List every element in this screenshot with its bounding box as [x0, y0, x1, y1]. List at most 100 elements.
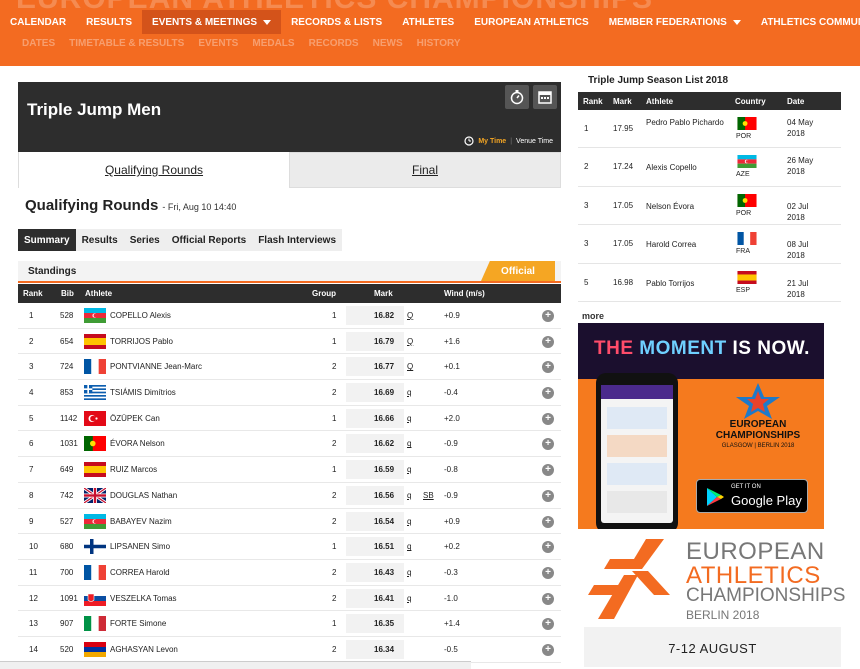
stopwatch-button[interactable] [505, 85, 529, 109]
athlete-name-link[interactable]: ÖZÜPEK Can [110, 414, 160, 423]
table-row[interactable]: 6 1031 ÉVORA Nelson 2 16.62 q -0.9 + [18, 431, 561, 458]
nav-item-athletes[interactable]: ATHLETES [392, 10, 464, 34]
sl-athlete-link[interactable]: Harold Correa [646, 239, 726, 250]
athlete-name-link[interactable]: RUIZ Marcos [110, 465, 157, 474]
my-time-option[interactable]: My Time [478, 138, 506, 145]
athlete-name-link[interactable]: DOUGLAS Nathan [110, 491, 177, 500]
table-row[interactable]: 8 742 DOUGLAS Nathan 2 16.56 q SB -0.9 + [18, 483, 561, 509]
athlete-name-link[interactable]: CORREA Harold [110, 568, 170, 577]
table-row[interactable]: 9 527 BABAYEV Nazim 2 16.54 q +0.9 + [18, 509, 561, 535]
athlete-name-link[interactable]: ÉVORA Nelson [110, 439, 165, 448]
wind-cell: +0.9 [444, 516, 460, 526]
expand-plus-icon[interactable]: + [542, 464, 554, 477]
subnav-item[interactable]: TIMETABLE & RESULTS [69, 38, 184, 49]
calendar-icon [538, 91, 552, 104]
horizontal-scrollbar[interactable] [0, 661, 471, 669]
tab-official-reports[interactable]: Official Reports [166, 229, 252, 251]
table-row[interactable]: 3 724 PONTVIANNE Jean-Marc 2 16.77 Q +0.1 + [18, 354, 561, 381]
nav-item-events-meetings[interactable]: EVENTS & MEETINGS [142, 10, 282, 34]
table-row[interactable]: 11 700 CORREA Harold 2 16.43 q -0.3 + [18, 560, 561, 586]
expand-plus-icon[interactable]: + [542, 643, 554, 656]
expand-plus-icon[interactable]: + [542, 618, 554, 631]
subnav-item[interactable]: EVENTS [198, 38, 238, 49]
table-row[interactable]: 10 680 LIPSANEN Simo 1 16.51 q +0.2 + [18, 534, 561, 560]
col-bib: Bib [61, 289, 74, 298]
expand-plus-icon[interactable]: + [542, 515, 554, 528]
google-play-button[interactable]: GET IT ON Google Play [696, 479, 808, 513]
round-datetime: - Fri, Aug 10 14:40 [162, 202, 237, 212]
nav-item-calendar[interactable]: CALENDAR [0, 10, 76, 34]
expand-plus-icon[interactable]: + [542, 489, 554, 502]
table-row[interactable]: 12 1091 VESZELKA Tomas 2 16.41 q -1.0 + [18, 586, 561, 612]
athlete-name-link[interactable]: LIPSANEN Simo [110, 542, 170, 551]
tab-summary[interactable]: Summary [18, 229, 76, 251]
athlete-name-link[interactable]: AGHASYAN Levon [110, 645, 178, 654]
season-list-row[interactable]: 3 17.05 Nelson Évora POR 02 Jul 2018 [578, 187, 841, 226]
tab-qualifying-rounds[interactable]: Qualifying Rounds [18, 152, 289, 188]
tab-results[interactable]: Results [76, 229, 124, 251]
subnav-item[interactable]: HISTORY [417, 38, 461, 49]
expand-plus-icon[interactable]: + [542, 310, 554, 322]
more-link[interactable]: more [582, 311, 604, 321]
sl-athlete-link[interactable]: Pedro Pablo Pichardo [646, 117, 726, 128]
nav-item-european-athletics[interactable]: EUROPEAN ATHLETICS [464, 10, 598, 34]
expand-plus-icon[interactable]: + [542, 438, 554, 451]
table-row[interactable]: 13 907 FORTE Simone 1 16.35 +1.4 + [18, 611, 561, 637]
athlete-name-link[interactable]: COPELLO Alexis [110, 311, 171, 320]
group-cell: 2 [332, 439, 337, 449]
flag-arm-icon [84, 641, 106, 657]
nav-item-results[interactable]: RESULTS [76, 10, 142, 34]
nav-item-member-federations[interactable]: MEMBER FEDERATIONS [599, 10, 751, 34]
expand-plus-icon[interactable]: + [542, 541, 554, 554]
expand-plus-icon[interactable]: + [542, 412, 554, 425]
subnav-item[interactable]: NEWS [373, 38, 403, 49]
subnav-item[interactable]: MEDALS [252, 38, 294, 49]
bib-cell: 680 [60, 542, 74, 552]
tab-flash-interviews[interactable]: Flash Interviews [252, 229, 342, 251]
expand-plus-icon[interactable]: + [542, 387, 554, 400]
col-mark: Mark [374, 289, 393, 298]
ad-banner-app[interactable]: THE MOMENT IS NOW. EUROPEAN CHAMPIONSHIP… [578, 323, 824, 529]
table-row[interactable]: 2 654 TORRIJOS Pablo 1 16.79 Q +1.6 + [18, 329, 561, 355]
table-row[interactable]: 7 649 RUIZ Marcos 1 16.59 q -0.8 + [18, 457, 561, 483]
wind-cell: -0.9 [444, 439, 458, 449]
season-list-row[interactable]: 2 17.24 Alexis Copello AZE 26 May 2018 [578, 148, 841, 187]
athlete-name-link[interactable]: TSIÁMIS Dimítrios [110, 388, 176, 397]
athlete-name-link[interactable]: FORTE Simone [110, 619, 166, 628]
subnav-item[interactable]: DATES [22, 38, 55, 49]
expand-plus-icon[interactable]: + [542, 566, 554, 579]
season-list-row[interactable]: 5 16.98 Pablo Torrijos ESP 21 Jul 2018 [578, 264, 841, 302]
sl-athlete-link[interactable]: Nelson Évora [646, 201, 726, 212]
athlete-name-link[interactable]: BABAYEV Nazim [110, 517, 172, 526]
expand-plus-icon[interactable]: + [542, 592, 554, 605]
table-row[interactable]: 1 528 COPELLO Alexis 1 16.82 Q +0.9 + [18, 303, 561, 329]
nav-item-records-lists[interactable]: RECORDS & LISTS [281, 10, 392, 34]
venue-time-option[interactable]: Venue Time [516, 138, 553, 145]
table-row[interactable]: 4 853 TSIÁMIS Dimítrios 2 16.69 q -0.4 + [18, 380, 561, 406]
sl-athlete-link[interactable]: Alexis Copello [646, 162, 726, 173]
season-list-row[interactable]: 1 17.95 Pedro Pablo Pichardo POR 04 May 2018 [578, 110, 841, 149]
nav-item-athletics-community[interactable]: ATHLETICS COMMUNITY [751, 10, 860, 34]
calendar-button[interactable] [533, 85, 557, 109]
expand-plus-icon[interactable]: + [542, 335, 554, 348]
group-cell: 1 [332, 465, 337, 475]
table-row[interactable]: 5 1142 ÖZÜPEK Can 1 16.66 q +2.0 + [18, 406, 561, 432]
flag-por-icon [737, 117, 757, 130]
season-list-row[interactable]: 3 17.05 Harold Correa FRA 08 Jul 2018 [578, 225, 841, 264]
table-row[interactable]: 14 520 AGHASYAN Levon 2 16.34 -0.5 + [18, 637, 561, 663]
mark-cell: 16.54 [374, 516, 395, 526]
rank-cell: 1 [29, 311, 34, 320]
tab-final[interactable]: Final [289, 152, 561, 188]
athlete-name-link[interactable]: VESZELKA Tomas [110, 594, 177, 603]
bib-cell: 654 [60, 336, 74, 346]
sl-athlete-link[interactable]: Pablo Torrijos [646, 278, 726, 289]
sl-rank-cell: 3 [584, 239, 589, 249]
group-cell: 1 [332, 336, 337, 346]
expand-plus-icon[interactable]: + [542, 361, 554, 374]
subnav-item[interactable]: RECORDS [309, 38, 359, 49]
championships-promo[interactable]: EUROPEAN ATHLETICS CHAMPIONSHIPS BERLIN … [578, 530, 845, 667]
tab-series[interactable]: Series [124, 229, 166, 251]
bib-cell: 1031 [60, 439, 78, 449]
athlete-name-link[interactable]: TORRIJOS Pablo [110, 337, 173, 346]
athlete-name-link[interactable]: PONTVIANNE Jean-Marc [110, 362, 202, 371]
